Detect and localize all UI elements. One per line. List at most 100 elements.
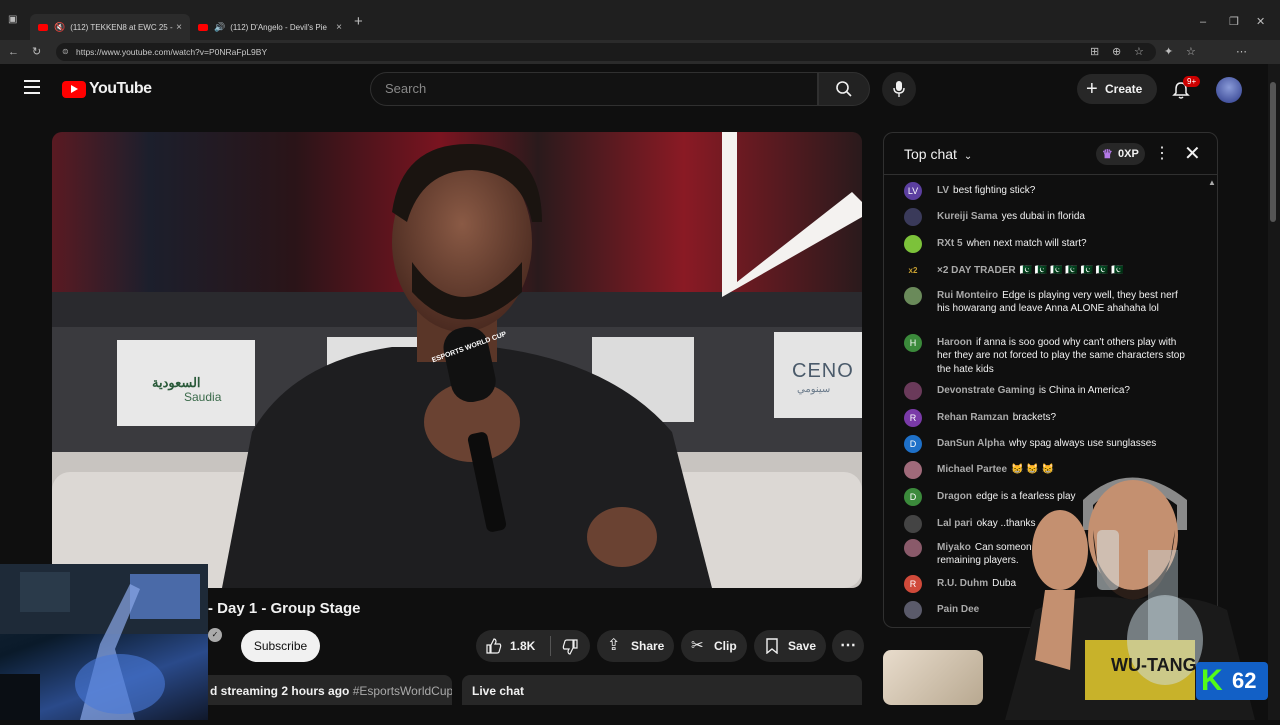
author-avatar[interactable] <box>904 539 922 557</box>
chat-more-icon[interactable]: ⋮ <box>1154 143 1170 163</box>
share-label: Share <box>631 639 665 653</box>
subscribe-button[interactable]: Subscribe <box>241 630 320 662</box>
video-frame <box>52 132 862 588</box>
zoom-icon[interactable]: ⊕ <box>1112 40 1121 64</box>
author-avatar[interactable] <box>904 515 922 533</box>
scrollbar-thumb[interactable] <box>1270 82 1276 222</box>
search-input[interactable]: Search <box>370 72 818 106</box>
url-field[interactable]: ⊜ https://www.youtube.com/watch?v=P0NRaF… <box>56 43 1156 61</box>
message-text: is China in America? <box>1038 385 1130 396</box>
author-avatar[interactable] <box>904 287 922 305</box>
tab-tekken[interactable]: 🔇 (112) TEKKEN8 at EWC 25 - × <box>30 14 190 40</box>
tab-dangelo[interactable]: 🔊 (112) D'Angelo - Devil's Pie × <box>190 14 350 40</box>
author-avatar[interactable] <box>904 461 922 479</box>
favorite-star-icon[interactable]: ☆ <box>1134 40 1144 64</box>
author-avatar[interactable]: x2 <box>904 262 922 280</box>
like-dislike-group: 1.8K <box>476 630 590 662</box>
thumbs-down-icon <box>562 639 578 655</box>
streamer-webcam-left <box>0 564 208 720</box>
youtube-play-icon <box>62 80 86 98</box>
close-tab-icon[interactable]: × <box>336 22 342 33</box>
share-arrow-icon: ⇪ <box>607 637 621 654</box>
more-icon[interactable]: ⋯ <box>1236 40 1247 64</box>
mute-icon[interactable]: 🔇 <box>54 22 65 33</box>
minimize-icon[interactable]: – <box>1200 10 1206 34</box>
extension-icon[interactable]: ✦ <box>1164 40 1173 64</box>
author-name[interactable]: Kureiji Sama <box>937 211 998 222</box>
favorites-icon[interactable]: ☆ <box>1186 40 1196 64</box>
close-chat-icon[interactable]: ✕ <box>1184 141 1201 166</box>
author-avatar[interactable]: D <box>904 488 922 506</box>
author-name[interactable]: ×2 DAY TRADER <box>937 265 1016 276</box>
url-text: https://www.youtube.com/watch?v=P0NRaFpL… <box>76 47 268 57</box>
back-icon[interactable]: ← <box>8 40 19 64</box>
chat-scroll-up-icon[interactable]: ▲ <box>1208 178 1216 187</box>
save-button[interactable]: Save <box>754 630 826 662</box>
reload-icon[interactable]: ↻ <box>32 40 41 64</box>
logo-text: YouTube <box>89 80 152 97</box>
youtube-logo[interactable]: YouTube <box>62 80 152 98</box>
like-button[interactable]: 1.8K <box>476 630 550 662</box>
author-avatar[interactable] <box>904 382 922 400</box>
author-name[interactable]: DanSun Alpha <box>937 438 1005 449</box>
xp-badge[interactable]: ♛ 0XP <box>1096 143 1145 165</box>
author-avatar[interactable]: LV <box>904 182 922 200</box>
author-name[interactable]: Devonstrate Gaming <box>937 385 1035 396</box>
author-avatar[interactable] <box>904 601 922 619</box>
webcam-scene <box>0 564 208 720</box>
xp-label: 0XP <box>1118 148 1139 160</box>
live-chat-label: Live chat <box>462 675 862 705</box>
search-placeholder: Search <box>385 81 427 96</box>
author-avatar[interactable] <box>904 208 922 226</box>
page-scrollbar[interactable] <box>1268 64 1280 720</box>
like-count: 1.8K <box>510 639 536 653</box>
chat-header: Top chat ⌄ ♛ 0XP ⋮ ✕ <box>884 133 1217 175</box>
sponsor-logo-right-arabic: سينومي <box>797 384 831 395</box>
chevron-down-icon: ⌄ <box>963 151 973 162</box>
dislike-button[interactable] <box>552 630 590 662</box>
author-name[interactable]: LV <box>937 185 949 196</box>
new-tab-icon[interactable]: + <box>354 10 363 34</box>
maximize-icon[interactable]: ❐ <box>1229 10 1239 34</box>
author-name[interactable]: Rui Monteiro <box>937 290 998 301</box>
crown-icon: ♛ <box>1102 147 1113 161</box>
address-bar-row: ← ↻ ⊜ https://www.youtube.com/watch?v=P0… <box>0 40 1280 99</box>
author-name[interactable]: Haroon <box>937 337 972 348</box>
hashtag-link[interactable]: #EsportsWorldCup <box>353 684 452 698</box>
close-tab-icon[interactable]: × <box>176 22 182 33</box>
more-actions-icon[interactable]: ⋯ <box>832 630 864 662</box>
viewer-count: 62 <box>1232 668 1257 693</box>
notifications-button[interactable]: 9+ <box>1171 76 1201 100</box>
author-avatar[interactable]: R <box>904 575 922 593</box>
share-button[interactable]: ⇪ Share <box>597 630 674 662</box>
tab-title: (112) D'Angelo - Devil's Pie <box>230 22 327 32</box>
author-avatar[interactable]: H <box>904 334 922 352</box>
message-text: yes dubai in florida <box>1001 211 1085 222</box>
plus-icon: + <box>1086 78 1098 100</box>
hamburger-menu-icon[interactable] <box>24 80 40 94</box>
voice-search-button[interactable] <box>882 72 916 106</box>
speaker-icon[interactable]: 🔊 <box>214 22 225 33</box>
youtube-header: YouTube Search + Create 9+ <box>0 64 1268 114</box>
author-avatar[interactable] <box>904 235 922 253</box>
author-name[interactable]: RXt 5 <box>937 238 963 249</box>
search-icon <box>836 81 852 97</box>
author-name[interactable]: Rehan Ramzan <box>937 412 1009 423</box>
top-chat-label: Top chat <box>904 146 957 162</box>
app-icon[interactable]: ⊞ <box>1090 40 1099 64</box>
search-button[interactable] <box>818 72 870 106</box>
save-label: Save <box>788 639 817 653</box>
author-avatar[interactable]: D <box>904 435 922 453</box>
message-text: 🇵🇰 🇵🇰 🇵🇰 🇵🇰 🇵🇰 🇵🇰 🇵🇰 <box>1019 265 1124 276</box>
divider <box>550 636 551 656</box>
create-button[interactable]: + Create <box>1077 74 1157 104</box>
clip-button[interactable]: ✂ Clip <box>681 630 747 662</box>
top-chat-dropdown[interactable]: Top chat ⌄ <box>904 146 972 162</box>
site-info-icon[interactable]: ⊜ <box>62 43 69 61</box>
sponsor-logo: Saudia <box>184 390 222 404</box>
author-avatar[interactable]: R <box>904 409 922 427</box>
account-avatar[interactable] <box>1216 77 1242 103</box>
video-player[interactable]: ESPORTS WORLD CUP السعودية Saudia CENO س… <box>52 132 862 588</box>
window-menu-icon[interactable]: ▣ <box>8 8 17 32</box>
close-window-icon[interactable]: ✕ <box>1256 10 1265 34</box>
